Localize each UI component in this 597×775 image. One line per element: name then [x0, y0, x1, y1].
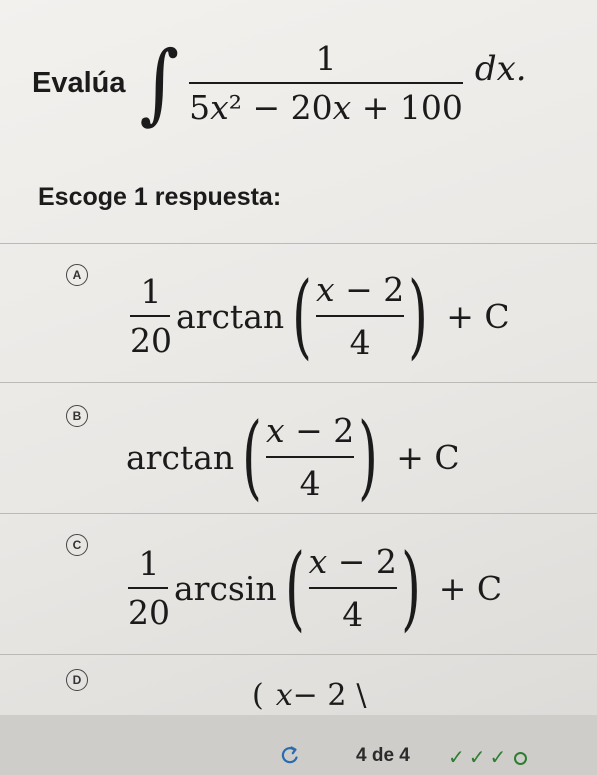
argument-rest: − 2 — [334, 270, 405, 309]
coefficient-numerator: 1 — [138, 544, 160, 583]
exercise-screen: Evalúa ∫ 1 5x² − 20x + 100 dx. Escoge 1 … — [0, 0, 597, 775]
denominator-var: x — [210, 88, 229, 127]
constant-term: + C — [438, 568, 503, 608]
argument-var: x — [266, 411, 285, 450]
argument-fraction: x − 2 4 — [266, 411, 355, 503]
choice-b[interactable]: B arctan ( x − 2 4 ) + C — [0, 383, 597, 513]
argument-fraction: x − 2 4 — [308, 542, 397, 634]
retry-icon[interactable] — [279, 744, 301, 766]
integral-sign: ∫ — [139, 31, 180, 134]
coefficient-denominator: 20 — [128, 593, 170, 632]
argument-var: x — [316, 270, 335, 309]
argument-denominator: 4 — [349, 323, 371, 362]
choice-b-expression: arctan ( x − 2 4 ) + C — [122, 405, 460, 509]
question-lead: Evalúa — [32, 66, 126, 99]
choice-d-expression: ( x − 2 \ — [252, 675, 367, 715]
argument-numerator: x − 2 — [316, 270, 404, 315]
check-icon: ✓ — [468, 747, 486, 769]
choice-a[interactable]: A 1 20 arctan ( x − 2 4 ) + C — [0, 244, 597, 382]
choice-c-expression: 1 20 arcsin ( x − 2 4 ) + C — [128, 536, 502, 640]
argument-var: x — [308, 542, 328, 581]
argument-denominator: 4 — [299, 464, 321, 503]
progress-marks: ✓ ✓ ✓ — [448, 747, 528, 769]
coefficient-numerator: 1 — [140, 272, 162, 311]
function-name: arctan — [176, 296, 285, 336]
left-paren: ( — [292, 262, 312, 369]
choice-a-expression: 1 20 arctan ( x − 2 4 ) + C — [130, 264, 510, 368]
choice-letter-badge: D — [66, 669, 88, 691]
argument-rest: − 2 — [327, 542, 397, 581]
differential: dx. — [474, 49, 527, 89]
denominator-part: + 100 — [351, 88, 463, 127]
question-denominator: 5x² − 20x + 100 — [189, 84, 463, 127]
argument-var: x — [275, 677, 293, 713]
function-name: arctan — [126, 437, 235, 477]
denominator-var: x — [332, 88, 352, 127]
progress-label: 4 de 4 — [356, 745, 410, 766]
choice-c[interactable]: C 1 20 arcsin ( x − 2 4 ) + C — [0, 514, 597, 654]
pending-dot-icon — [514, 751, 528, 765]
left-paren: ( — [252, 677, 264, 713]
right-paren: ) — [358, 403, 379, 510]
choice-letter-badge: C — [66, 534, 88, 556]
argument-fraction: x − 2 4 — [316, 270, 405, 362]
left-paren: ( — [284, 534, 305, 641]
question: Evalúa ∫ 1 5x² − 20x + 100 dx. — [32, 28, 527, 138]
right-paren: ) — [408, 262, 429, 369]
argument-rest: − 2 — [292, 677, 347, 713]
answer-prompt: Escoge 1 respuesta: — [38, 183, 282, 211]
check-icon: ✓ — [448, 747, 465, 769]
right-paren: ) — [400, 534, 421, 641]
denominator-part: 5 — [189, 88, 211, 127]
coefficient-fraction: 1 20 — [130, 272, 172, 360]
denominator-part: ² − 20 — [228, 88, 333, 127]
left-paren: ( — [242, 403, 262, 510]
choice-d[interactable]: D ( x − 2 \ — [0, 655, 597, 715]
constant-term: + C — [396, 437, 460, 477]
coefficient-denominator: 20 — [130, 321, 172, 360]
right-paren: \ — [356, 677, 367, 713]
function-name: arcsin — [174, 568, 277, 608]
coefficient-fraction: 1 20 — [128, 544, 170, 632]
argument-denominator: 4 — [342, 595, 364, 634]
argument-rest: − 2 — [284, 411, 355, 450]
question-numerator: 1 — [315, 39, 337, 78]
choice-letter-badge: A — [66, 264, 88, 286]
question-fraction: 1 5x² − 20x + 100 — [189, 39, 463, 127]
check-icon: ✓ — [489, 747, 507, 769]
argument-numerator: x − 2 — [266, 411, 354, 456]
choice-letter-badge: B — [66, 405, 88, 427]
constant-term: + C — [446, 296, 510, 336]
argument-numerator: x − 2 — [309, 542, 397, 587]
